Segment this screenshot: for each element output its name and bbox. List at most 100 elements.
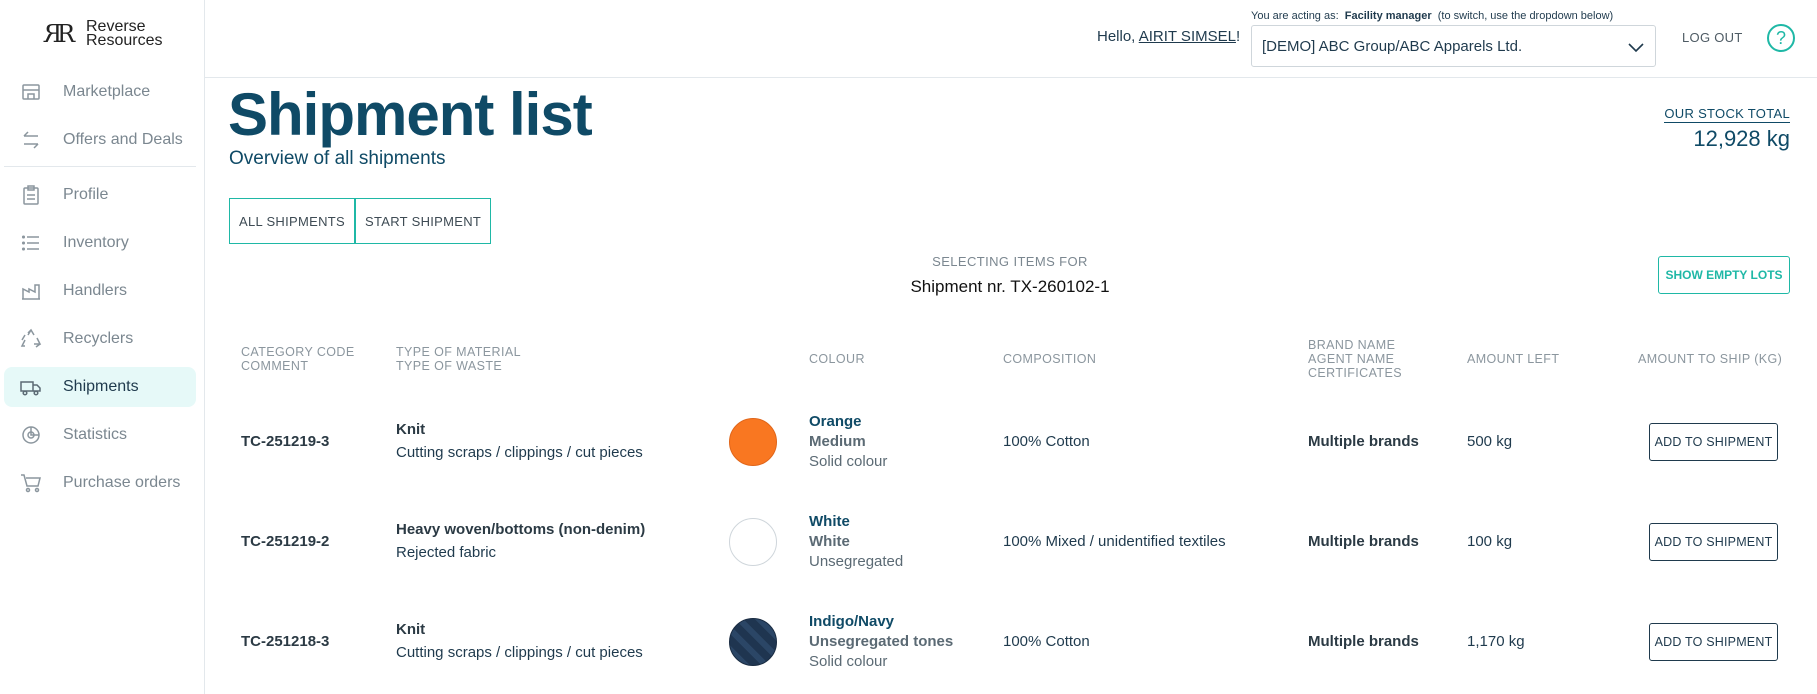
sidebar-item-label: Recyclers xyxy=(63,330,134,347)
waste-type: Cutting scraps / clippings / cut pieces xyxy=(396,644,643,661)
sidebar-item-offers-and-deals[interactable]: Offers and Deals xyxy=(4,120,196,160)
factory-icon xyxy=(20,280,42,302)
chevron-down-icon xyxy=(1627,38,1645,60)
brand-name: Multiple brands xyxy=(1308,533,1419,550)
header-certificates-label: CERTIFICATES xyxy=(1308,366,1402,380)
colour-name: White xyxy=(809,513,850,530)
logo-line2: Resources xyxy=(86,32,163,49)
header-category-code: CATEGORY CODE COMMENT xyxy=(241,345,355,373)
sidebar-item-shipments[interactable]: Shipments xyxy=(4,367,196,407)
acting-role: Facility manager xyxy=(1344,10,1432,22)
organization-dropdown[interactable]: [DEMO] ABC Group/ABC Apparels Ltd. xyxy=(1251,25,1656,67)
composition: 100% Mixed / unidentified textiles xyxy=(1003,533,1226,550)
header-type-material-label: TYPE OF MATERIAL xyxy=(396,345,521,359)
header-type-waste-label: TYPE OF WASTE xyxy=(396,359,503,373)
header-amount-left: AMOUNT LEFT xyxy=(1467,352,1560,366)
colour-pattern: Solid colour xyxy=(809,653,888,670)
page-title: Shipment list xyxy=(228,81,593,148)
sidebar-item-recyclers[interactable]: Recyclers xyxy=(4,319,196,359)
add-to-shipment-button[interactable]: ADD TO SHIPMENT xyxy=(1649,623,1778,661)
sidebar-item-label: Statistics xyxy=(63,426,128,443)
logo-mark: RR xyxy=(44,20,76,48)
header-brand-name-label: BRAND NAME xyxy=(1308,338,1396,352)
greeting: Hello, AIRIT SIMSEL! xyxy=(1097,28,1240,45)
recycle-icon xyxy=(20,328,42,350)
sidebar-item-label: Shipments xyxy=(63,378,139,395)
cart-icon xyxy=(20,472,42,494)
sidebar-nav: Marketplace Offers and Deals Profile Inv… xyxy=(4,72,196,511)
selecting-items-label: SELECTING ITEMS FOR xyxy=(932,254,1088,269)
stock-total-label[interactable]: OUR STOCK TOTAL xyxy=(1664,106,1790,123)
acting-prefix: You are acting as: xyxy=(1251,10,1339,22)
category-code: TC-251219-3 xyxy=(241,433,330,450)
colour-shade: White xyxy=(809,533,850,550)
waste-type: Cutting scraps / clippings / cut pieces xyxy=(396,444,643,461)
shipment-tabs: ALL SHIPMENTS START SHIPMENT xyxy=(229,198,492,244)
colour-swatch-indigo-navy xyxy=(729,618,777,666)
user-name-link[interactable]: AIRIT SIMSEL xyxy=(1139,28,1236,45)
tab-start-shipment[interactable]: START SHIPMENT xyxy=(355,198,492,244)
header-type: TYPE OF MATERIAL TYPE OF WASTE xyxy=(396,345,521,373)
add-to-shipment-button[interactable]: ADD TO SHIPMENT xyxy=(1649,423,1778,461)
logout-button[interactable]: LOG OUT xyxy=(1682,30,1743,45)
category-code: TC-251218-3 xyxy=(241,633,330,650)
store-icon xyxy=(20,81,42,103)
colour-name: Orange xyxy=(809,413,862,430)
acting-suffix: (to switch, use the dropdown below) xyxy=(1437,10,1614,22)
header-agent-name-label: AGENT NAME xyxy=(1308,352,1395,366)
header-category-code-label: CATEGORY CODE xyxy=(241,345,355,359)
pie-chart-icon xyxy=(20,424,42,446)
acting-as-note: You are acting as: Facility manager (to … xyxy=(1251,10,1613,22)
greeting-suffix: ! xyxy=(1235,28,1241,45)
material-type: Knit xyxy=(396,621,426,638)
colour-swatch-white xyxy=(729,518,777,566)
colour-shade: Medium xyxy=(809,433,866,450)
colour-name: Indigo/Navy xyxy=(809,613,895,630)
arrows-swap-icon xyxy=(20,129,42,151)
clipboard-icon xyxy=(20,184,42,206)
header-brand: BRAND NAME AGENT NAME CERTIFICATES xyxy=(1308,338,1402,380)
sidebar-divider xyxy=(4,166,196,167)
brand-name: Multiple brands xyxy=(1308,633,1419,650)
amount-left: 1,170 kg xyxy=(1467,633,1525,650)
shipment-number: Shipment nr. TX-260102-1 xyxy=(910,277,1110,296)
sidebar-item-profile[interactable]: Profile xyxy=(4,175,196,215)
reverse-resources-logo[interactable]: RR Reverse Resources xyxy=(44,19,163,49)
logo-text: Reverse Resources xyxy=(86,19,163,49)
sidebar-item-label: Handlers xyxy=(63,282,128,299)
colour-swatch-orange xyxy=(729,418,777,466)
header-comment-label: COMMENT xyxy=(241,359,309,373)
sidebar-item-purchase-orders[interactable]: Purchase orders xyxy=(4,463,196,503)
organization-selected-value: [DEMO] ABC Group/ABC Apparels Ltd. xyxy=(1262,37,1523,55)
help-icon[interactable]: ? xyxy=(1767,24,1795,52)
header-composition: COMPOSITION xyxy=(1003,352,1097,366)
tab-all-shipments[interactable]: ALL SHIPMENTS xyxy=(229,198,356,244)
list-icon xyxy=(20,232,42,254)
sidebar: RR Reverse Resources Marketplace Offers … xyxy=(0,0,205,694)
sidebar-item-handlers[interactable]: Handlers xyxy=(4,271,196,311)
sidebar-item-label: Inventory xyxy=(63,234,129,251)
amount-left: 100 kg xyxy=(1467,533,1513,550)
sidebar-item-statistics[interactable]: Statistics xyxy=(4,415,196,455)
sidebar-item-label: Offers and Deals xyxy=(63,131,183,148)
material-type: Heavy woven/bottoms (non-denim) xyxy=(396,521,646,538)
colour-pattern: Solid colour xyxy=(809,453,888,470)
composition: 100% Cotton xyxy=(1003,633,1090,650)
category-code: TC-251219-2 xyxy=(241,533,330,550)
page-subtitle: Overview of all shipments xyxy=(229,148,446,169)
top-header: Hello, AIRIT SIMSEL! You are acting as: … xyxy=(205,0,1817,78)
truck-icon xyxy=(20,376,42,398)
sidebar-item-marketplace[interactable]: Marketplace xyxy=(4,72,196,112)
colour-pattern: Unsegregated xyxy=(809,553,904,570)
brand-name: Multiple brands xyxy=(1308,433,1419,450)
header-amount-to-ship: AMOUNT TO SHIP (KG) xyxy=(1638,352,1783,366)
show-empty-lots-button[interactable]: SHOW EMPTY LOTS xyxy=(1658,256,1790,294)
composition: 100% Cotton xyxy=(1003,433,1090,450)
waste-type: Rejected fabric xyxy=(396,544,497,561)
sidebar-item-inventory[interactable]: Inventory xyxy=(4,223,196,263)
sidebar-item-label: Marketplace xyxy=(63,83,151,100)
add-to-shipment-button[interactable]: ADD TO SHIPMENT xyxy=(1649,523,1778,561)
sidebar-item-label: Purchase orders xyxy=(63,474,181,491)
material-type: Knit xyxy=(396,421,426,438)
stock-total-value: 12,928 kg xyxy=(1693,126,1790,151)
